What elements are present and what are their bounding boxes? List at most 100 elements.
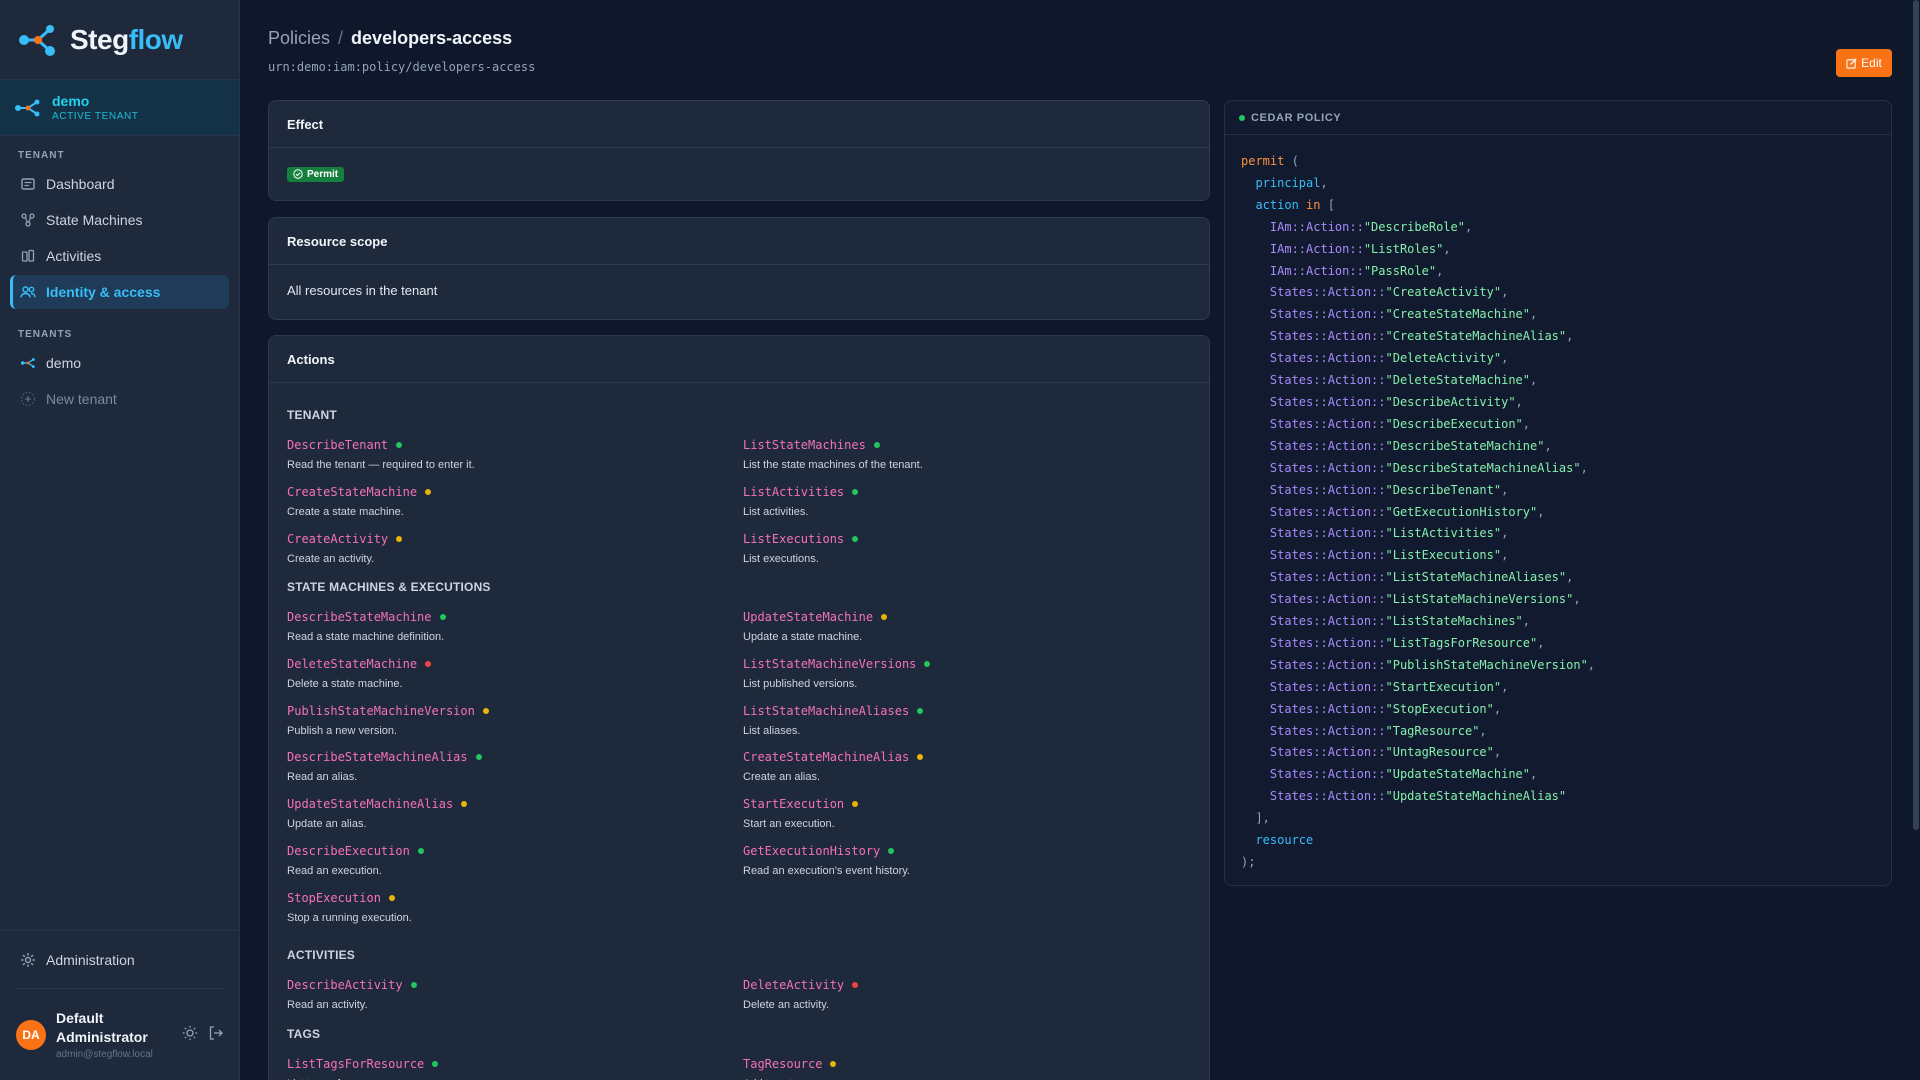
action-name: StopExecution bbox=[287, 891, 395, 905]
action-group-label: STATE MACHINES & EXECUTIONS bbox=[287, 580, 491, 594]
action-item: DescribeStateMachine Read a state machine… bbox=[287, 608, 727, 643]
action-description: List aliases. bbox=[743, 724, 801, 737]
action-item: CreateStateMachine Create a state machine… bbox=[287, 483, 727, 518]
state-machine-icon bbox=[20, 212, 36, 228]
action-level-dot bbox=[410, 982, 417, 988]
user-profile: DA Default Administrator admin@stegflow.… bbox=[16, 988, 224, 1080]
action-item: StartExecution Start an execution. bbox=[743, 795, 1183, 830]
sidebar-item-identity-access[interactable]: Identity & access bbox=[10, 275, 229, 309]
sidebar-item-dashboard[interactable]: Dashboard bbox=[10, 167, 229, 201]
action-level-dot bbox=[396, 535, 403, 542]
action-item: DeleteStateMachine Delete a state machine… bbox=[287, 655, 727, 690]
edit-button[interactable]: Edit bbox=[1836, 49, 1892, 77]
action-name: DescribeStateMachineAlias bbox=[287, 750, 482, 764]
action-level-dot bbox=[425, 660, 432, 667]
avatar[interactable]: DA bbox=[16, 1019, 46, 1050]
gear-icon bbox=[20, 952, 36, 968]
action-group-label: TENANT bbox=[287, 408, 337, 422]
stegflow-logo-icon bbox=[19, 24, 55, 56]
tenants-section-label: TENANTS bbox=[18, 329, 73, 340]
action-description: List published versions. bbox=[743, 677, 858, 690]
page-scrollbar[interactable] bbox=[1912, 0, 1920, 1080]
action-description: Delete an activity. bbox=[743, 999, 830, 1011]
action-level-dot bbox=[852, 801, 859, 808]
active-tenant-name: demo bbox=[52, 93, 90, 109]
action-description: Create a state machine. bbox=[287, 505, 404, 518]
action-description: Create an activity. bbox=[287, 552, 375, 565]
action-level-dot bbox=[475, 754, 482, 761]
sidebar-item-label: Dashboard bbox=[46, 176, 115, 192]
actions-card: Actions TENANT DescribeTenant Read the ten… bbox=[268, 335, 1210, 1080]
new-tenant-button[interactable]: New tenant bbox=[10, 382, 229, 416]
action-level-dot bbox=[852, 488, 859, 495]
action-level-dot bbox=[917, 707, 924, 714]
action-item: TagResourceAdd tags to a resource. bbox=[743, 1055, 1183, 1080]
scrollbar-thumb[interactable] bbox=[1913, 0, 1919, 830]
plus-circle-icon bbox=[20, 391, 36, 407]
action-name: DescribeActivity bbox=[287, 978, 417, 992]
action-name: ListTagsForResource bbox=[287, 1057, 439, 1071]
action-description: Create an alias. bbox=[743, 771, 821, 784]
action-item: DescribeStateMachineAlias Read an alias. bbox=[287, 748, 727, 783]
action-level-dot bbox=[873, 442, 880, 448]
sidebar-item-activities[interactable]: Activities bbox=[10, 239, 229, 273]
administration-label: Administration bbox=[46, 951, 135, 968]
action-description: Read an execution's event history. bbox=[743, 865, 910, 877]
breadcrumb-policies-link[interactable]: Policies bbox=[268, 28, 330, 49]
action-item: DescribeActivity Read an activity. bbox=[287, 976, 727, 1011]
brand-logo[interactable]: Stegflow bbox=[0, 0, 239, 80]
resource-scope-value: All resources in the tenant bbox=[287, 283, 438, 298]
theme-toggle-sun-icon[interactable] bbox=[182, 1025, 198, 1046]
sidebar-tenant-label: demo bbox=[46, 355, 82, 371]
logout-icon[interactable] bbox=[208, 1025, 224, 1046]
action-level-dot bbox=[461, 801, 468, 808]
action-name: DescribeStateMachine bbox=[287, 610, 446, 624]
action-item: CreateStateMachineAlias Create an alias. bbox=[743, 748, 1183, 783]
action-item: PublishStateMachineVersion Publish a new … bbox=[287, 702, 727, 737]
permit-badge: Permit bbox=[287, 166, 345, 182]
effect-value: Permit bbox=[307, 168, 339, 180]
cedar-policy-code: permit ( principal, action in [ IAm::Act… bbox=[1241, 154, 1596, 869]
action-item: UpdateStateMachine Update a state machine… bbox=[743, 608, 1183, 643]
cedar-policy-title: CEDAR POLICY bbox=[1251, 111, 1342, 124]
sidebar-item-administration[interactable]: Administration bbox=[0, 930, 240, 988]
action-name: UpdateStateMachine bbox=[743, 610, 888, 624]
action-name: ListStateMachineVersions bbox=[743, 657, 931, 671]
action-description: Delete a state machine. bbox=[287, 677, 403, 690]
action-name: TagResource bbox=[743, 1057, 837, 1071]
action-item: ListStateMachineVersions List published v… bbox=[743, 655, 1183, 690]
actions-title: Actions bbox=[269, 336, 1209, 383]
action-name: CreateStateMachine bbox=[287, 485, 432, 499]
resource-scope-card: Resource scope All resources in the tena… bbox=[268, 217, 1210, 320]
active-tenant-label: ACTIVE TENANT bbox=[52, 111, 139, 122]
page-title: developers-access bbox=[351, 28, 513, 48]
action-item: ListActivities List activities. bbox=[743, 483, 1183, 518]
sidebar-tenant-demo[interactable]: demo bbox=[10, 346, 229, 380]
check-circle-icon bbox=[293, 169, 303, 179]
action-level-dot bbox=[830, 1061, 837, 1067]
action-name: ListStateMachines bbox=[743, 438, 880, 452]
action-description: List the state machines of the tenant. bbox=[743, 459, 923, 471]
action-name: PublishStateMachineVersion bbox=[287, 704, 489, 718]
action-description: List activities. bbox=[743, 505, 809, 518]
action-level-dot bbox=[924, 660, 931, 667]
action-name: ListActivities bbox=[743, 485, 859, 499]
action-level-dot bbox=[439, 614, 446, 620]
resource-scope-title: Resource scope bbox=[269, 218, 1209, 265]
sidebar-item-label: State Machines bbox=[46, 212, 143, 228]
action-level-dot bbox=[852, 982, 859, 988]
sidebar: Stegflow demo ACTIVE TENANT TENANT Dashb… bbox=[0, 0, 240, 1080]
effect-title: Effect bbox=[269, 101, 1209, 148]
activities-icon bbox=[20, 248, 36, 264]
action-name: CreateActivity bbox=[287, 532, 403, 546]
cedar-policy-header: CEDAR POLICY bbox=[1225, 101, 1891, 135]
action-name: DeleteActivity bbox=[743, 978, 859, 992]
action-level-dot bbox=[852, 535, 859, 542]
sidebar-item-state-machines[interactable]: State Machines bbox=[10, 203, 229, 237]
action-name: StartExecution bbox=[743, 797, 859, 811]
dashboard-icon bbox=[20, 176, 36, 192]
action-description: Stop a running execution. bbox=[287, 911, 412, 924]
action-description: Read a state machine definition. bbox=[287, 631, 445, 643]
action-description: Update a state machine. bbox=[743, 631, 863, 643]
active-tenant[interactable]: demo ACTIVE TENANT bbox=[0, 80, 239, 136]
